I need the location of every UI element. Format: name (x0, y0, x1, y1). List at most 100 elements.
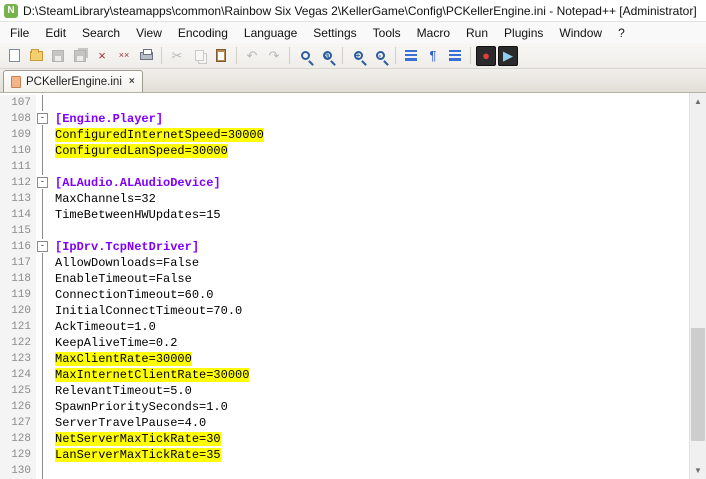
line-number[interactable]: 124 (0, 367, 36, 383)
editor-line[interactable]: 117 AllowDownloads=False (0, 255, 689, 271)
line-number[interactable]: 116 (0, 239, 36, 255)
line-number[interactable]: 118 (0, 271, 36, 287)
vertical-scrollbar[interactable]: ▲ ▼ (689, 93, 706, 479)
line-number[interactable]: 111 (0, 159, 36, 175)
line-number[interactable]: 123 (0, 351, 36, 367)
editor-line[interactable]: 127 ServerTravelPause=4.0 (0, 415, 689, 431)
code-text[interactable]: InitialConnectTimeout=70.0 (50, 303, 242, 319)
editor-line[interactable]: 121 AckTimeout=1.0 (0, 319, 689, 335)
editor-line[interactable]: 113 MaxChannels=32 (0, 191, 689, 207)
menu-search[interactable]: Search (74, 24, 128, 42)
code-text[interactable] (50, 95, 55, 111)
editor-line[interactable]: 126 SpawnPrioritySeconds=1.0 (0, 399, 689, 415)
editor-line[interactable]: 119 ConnectionTimeout=60.0 (0, 287, 689, 303)
line-number[interactable]: 129 (0, 447, 36, 463)
line-number[interactable]: 114 (0, 207, 36, 223)
replace-button[interactable]: a (317, 46, 337, 66)
print-button[interactable] (136, 46, 156, 66)
code-text[interactable]: KeepAliveTime=0.2 (50, 335, 177, 351)
copy-button[interactable] (189, 46, 209, 66)
open-file-button[interactable] (26, 46, 46, 66)
menu-tools[interactable]: Tools (365, 24, 409, 42)
fold-margin[interactable]: - (36, 175, 50, 191)
code-text[interactable] (50, 463, 55, 479)
menu-view[interactable]: View (128, 24, 170, 42)
code-text[interactable]: [Engine.Player] (50, 111, 163, 127)
code-text[interactable]: AckTimeout=1.0 (50, 319, 156, 335)
menu-run[interactable]: Run (458, 24, 496, 42)
editor-line[interactable]: 123 MaxClientRate=30000 (0, 351, 689, 367)
line-number[interactable]: 107 (0, 95, 36, 111)
find-button[interactable] (295, 46, 315, 66)
line-number[interactable]: 108 (0, 111, 36, 127)
zoom-in-button[interactable]: + (348, 46, 368, 66)
editor-line[interactable]: 120 InitialConnectTimeout=70.0 (0, 303, 689, 319)
code-text[interactable] (50, 223, 55, 239)
fold-collapse-icon[interactable]: - (37, 241, 48, 252)
menu-language[interactable]: Language (236, 24, 305, 42)
line-number[interactable]: 125 (0, 383, 36, 399)
scroll-up-icon[interactable]: ▲ (690, 93, 706, 110)
line-number[interactable]: 130 (0, 463, 36, 479)
fold-collapse-icon[interactable]: - (37, 113, 48, 124)
line-number[interactable]: 113 (0, 191, 36, 207)
close-all-button[interactable]: ×× (114, 46, 134, 66)
menu-encoding[interactable]: Encoding (170, 24, 236, 42)
editor-line[interactable]: 108- [Engine.Player] (0, 111, 689, 127)
scrollbar-track[interactable] (690, 110, 706, 462)
close-button[interactable]: × (92, 46, 112, 66)
word-wrap-button[interactable] (401, 46, 421, 66)
line-number[interactable]: 128 (0, 431, 36, 447)
code-text[interactable]: ConnectionTimeout=60.0 (50, 287, 213, 303)
line-number[interactable]: 112 (0, 175, 36, 191)
code-text[interactable]: EnableTimeout=False (50, 271, 192, 287)
code-text[interactable]: MaxClientRate=30000 (50, 351, 192, 367)
editor-line[interactable]: 114 TimeBetweenHWUpdates=15 (0, 207, 689, 223)
line-number[interactable]: 109 (0, 127, 36, 143)
line-number[interactable]: 120 (0, 303, 36, 319)
undo-button[interactable]: ↶ (242, 46, 262, 66)
fold-margin[interactable]: - (36, 111, 50, 127)
editor-line[interactable]: 130 (0, 463, 689, 479)
playback-macro-button[interactable]: ▶ (498, 45, 518, 66)
fold-collapse-icon[interactable]: - (37, 177, 48, 188)
save-button[interactable] (48, 46, 68, 66)
code-text[interactable]: ConfiguredInternetSpeed=30000 (50, 127, 264, 143)
line-number[interactable]: 127 (0, 415, 36, 431)
line-number[interactable]: 115 (0, 223, 36, 239)
code-text[interactable]: NetServerMaxTickRate=30 (50, 431, 221, 447)
line-number[interactable]: 119 (0, 287, 36, 303)
zoom-out-button[interactable]: - (370, 46, 390, 66)
editor-line[interactable]: 115 (0, 223, 689, 239)
line-number[interactable]: 121 (0, 319, 36, 335)
menu-settings[interactable]: Settings (305, 24, 364, 42)
code-text[interactable]: LanServerMaxTickRate=35 (50, 447, 221, 463)
fold-margin[interactable]: - (36, 239, 50, 255)
editor-line[interactable]: 125 RelevantTimeout=5.0 (0, 383, 689, 399)
code-text[interactable]: MaxChannels=32 (50, 191, 156, 207)
editor-area[interactable]: 107 108- [Engine.Player] 109 ConfiguredInter… (0, 93, 706, 479)
code-text[interactable]: RelevantTimeout=5.0 (50, 383, 192, 399)
menu-macro[interactable]: Macro (409, 24, 458, 42)
record-macro-button[interactable]: ● (476, 45, 496, 66)
editor-line[interactable]: 112- [ALAudio.ALAudioDevice] (0, 175, 689, 191)
code-text[interactable] (50, 159, 55, 175)
editor-line[interactable]: 111 (0, 159, 689, 175)
cut-button[interactable]: ✂ (167, 46, 187, 66)
editor-line[interactable]: 129 LanServerMaxTickRate=35 (0, 447, 689, 463)
code-text[interactable]: ServerTravelPause=4.0 (50, 415, 206, 431)
show-all-characters-button[interactable]: ¶ (423, 46, 443, 66)
tab-close-icon[interactable]: × (127, 76, 135, 87)
scrollbar-thumb[interactable] (691, 328, 705, 441)
code-text[interactable]: AllowDownloads=False (50, 255, 199, 271)
code-text[interactable]: TimeBetweenHWUpdates=15 (50, 207, 221, 223)
code-text[interactable]: ConfiguredLanSpeed=30000 (50, 143, 228, 159)
editor-line[interactable]: 109 ConfiguredInternetSpeed=30000 (0, 127, 689, 143)
redo-button[interactable]: ↷ (264, 46, 284, 66)
menu-file[interactable]: File (2, 24, 37, 42)
code-text[interactable]: SpawnPrioritySeconds=1.0 (50, 399, 228, 415)
code-text[interactable]: [IpDrv.TcpNetDriver] (50, 239, 199, 255)
paste-button[interactable] (211, 46, 231, 66)
editor-line[interactable]: 122 KeepAliveTime=0.2 (0, 335, 689, 351)
editor-line[interactable]: 128 NetServerMaxTickRate=30 (0, 431, 689, 447)
